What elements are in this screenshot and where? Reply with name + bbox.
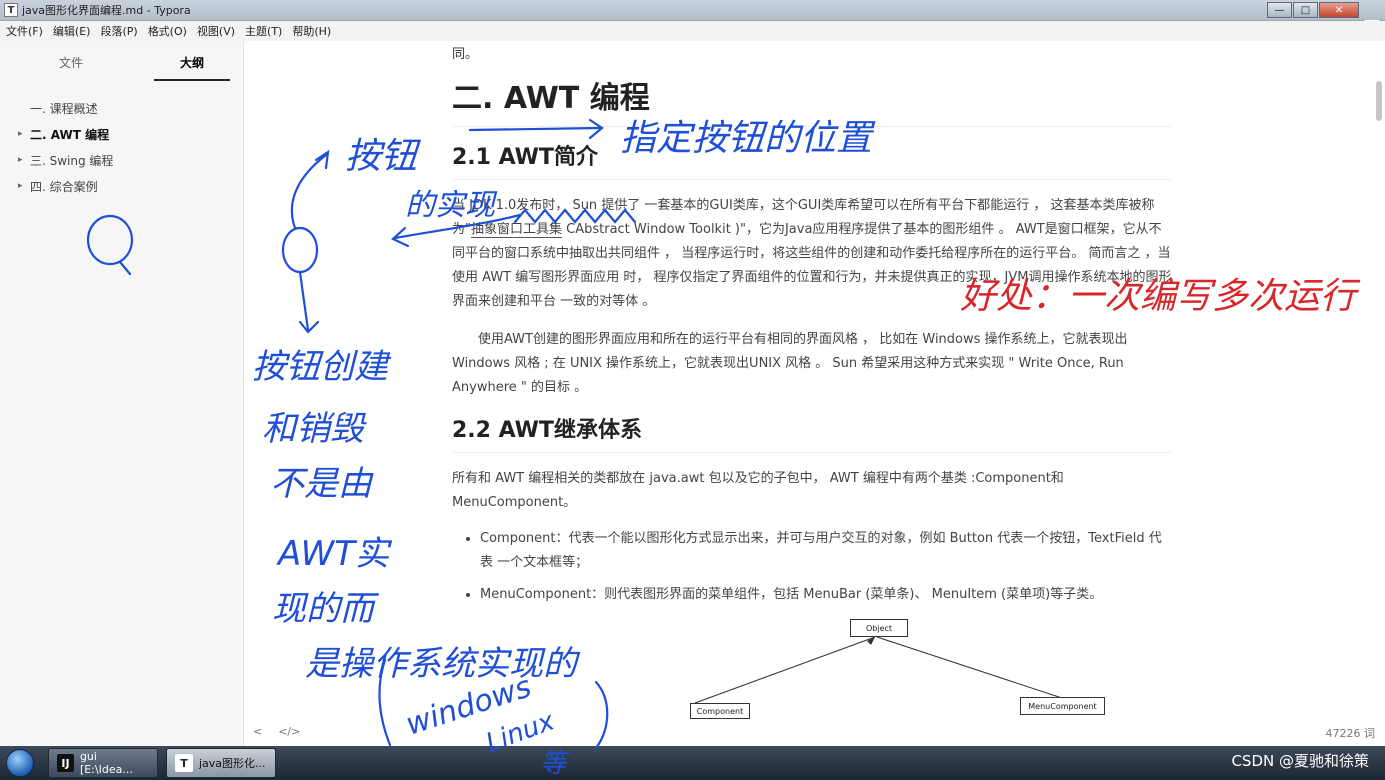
paragraph-fragment: 同。 [452, 47, 479, 62]
document-page: 同。 二. AWT 编程 2.1 AWT简介 当 JDK 1.0发布时， Sun… [452, 41, 1172, 615]
menu-theme[interactable]: 主题(T) [245, 23, 282, 39]
menu-paragraph[interactable]: 段落(P) [100, 23, 137, 39]
toggle-sidebar-button[interactable]: < [253, 725, 262, 738]
class-diagram: Object Component MenuComponent [645, 611, 1165, 721]
outline-item-label: 三. Swing 编程 [30, 153, 114, 168]
menu-file[interactable]: 文件(F) [6, 23, 43, 39]
list-item: MenuComponent：则代表图形界面的菜单组件，包括 MenuBar (菜… [480, 583, 1172, 607]
paragraph-awt-hierarchy: 所有和 AWT 编程相关的类都放在 java.awt 包以及它的子包中， AWT… [452, 471, 1064, 510]
uml-menucomponent-box: MenuComponent [1020, 697, 1105, 715]
typora-icon: T [175, 754, 193, 772]
taskbar: IJ gui [E:\Idea... T java图形化... CSDN @夏驰… [0, 746, 1385, 780]
outline-item-awt[interactable]: ▸ 二. AWT 编程 [0, 121, 243, 147]
paragraph-awt-intro: 当 JDK 1.0发布时， Sun 提供了 一套基本的GUI类库，这个GUI类库… [452, 194, 1172, 314]
editor-footer: < </> 47226 词 [245, 720, 1385, 744]
outline-item-swing[interactable]: ▸ 三. Swing 编程 [0, 147, 243, 173]
windows-orb-icon [6, 749, 34, 777]
taskbar-item-idea[interactable]: IJ gui [E:\Idea... [48, 748, 158, 778]
maximize-button[interactable]: □ [1293, 2, 1318, 18]
source-mode-button[interactable]: </> [278, 725, 300, 738]
window-title: java图形化界面编程.md - Typora [22, 4, 191, 17]
tab-files[interactable]: 文件 [16, 54, 126, 81]
menu-help[interactable]: 帮助(H) [292, 23, 331, 39]
scrollbar-thumb[interactable] [1376, 81, 1382, 121]
heading-awt-hierarchy: 2.2 AWT继承体系 [452, 418, 1172, 453]
tab-outline[interactable]: 大纲 [154, 54, 230, 81]
csdn-watermark: CSDN @夏驰和徐策 [1231, 752, 1369, 770]
highlighted-term: 抽象窗口工具集 [470, 222, 562, 238]
list-item: Component：代表一个能以图形化方式显示出来，并可与用户交互的对象，例如 … [480, 527, 1172, 575]
outline-item-label: 二. AWT 编程 [30, 127, 110, 142]
outline-item-label: 一. 课程概述 [30, 101, 98, 116]
uml-component-box: Component [690, 703, 750, 719]
close-button[interactable]: ✕ [1319, 2, 1359, 18]
word-count[interactable]: 47226 词 [1326, 725, 1376, 741]
minimize-button[interactable]: — [1267, 2, 1292, 18]
outline-item-overview[interactable]: 一. 课程概述 [0, 95, 243, 121]
outline-list: 一. 课程概述 ▸ 二. AWT 编程 ▸ 三. Swing 编程 ▸ 四. 综… [0, 95, 243, 199]
uml-object-box: Object [850, 619, 908, 637]
editor-content[interactable]: 同。 二. AWT 编程 2.1 AWT简介 当 JDK 1.0发布时， Sun… [245, 41, 1385, 746]
outline-item-label: 四. 综合案例 [30, 179, 98, 194]
taskbar-item-typora[interactable]: T java图形化... [166, 748, 276, 778]
menu-bar: 文件(F) 编辑(E) 段落(P) 格式(O) 视图(V) 主题(T) 帮助(H… [0, 21, 1385, 41]
menu-format[interactable]: 格式(O) [148, 23, 187, 39]
title-bar: T java图形化界面编程.md - Typora — □ ✕ [0, 0, 1385, 21]
menu-edit[interactable]: 编辑(E) [53, 23, 91, 39]
menu-view[interactable]: 视图(V) [197, 23, 235, 39]
sidebar-tabs: 文件 大纲 [0, 41, 243, 81]
window-controls: — □ ✕ [1267, 2, 1359, 18]
taskbar-item-label: gui [E:\Idea... [79, 750, 133, 776]
chevron-right-icon[interactable]: ▸ [18, 155, 30, 165]
bullet-list: Component：代表一个能以图形化方式显示出来，并可与用户交互的对象，例如 … [452, 527, 1172, 607]
paragraph-awt-style: 使用AWT创建的图形界面应用和所在的运行平台有相同的界面风格 ， 比如在 Win… [452, 332, 1128, 395]
outline-item-case[interactable]: ▸ 四. 综合案例 [0, 173, 243, 199]
taskbar-item-label: java图形化... [199, 757, 266, 770]
chevron-right-icon[interactable]: ▸ [18, 181, 30, 191]
heading-awt-intro: 2.1 AWT简介 [452, 145, 1172, 180]
intellij-icon: IJ [57, 754, 74, 772]
chevron-right-icon[interactable]: ▸ [18, 129, 30, 139]
start-button[interactable] [0, 746, 40, 780]
heading-awt: 二. AWT 编程 [452, 82, 1172, 127]
typora-app-icon: T [4, 3, 18, 17]
sidebar: 文件 大纲 一. 课程概述 ▸ 二. AWT 编程 ▸ 三. Swing 编程 … [0, 41, 244, 746]
